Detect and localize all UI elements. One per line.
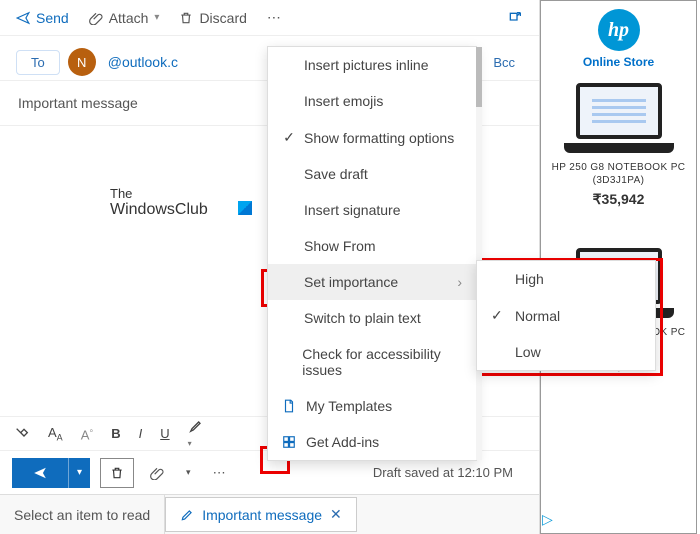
importance-high[interactable]: High: [477, 261, 655, 297]
chevron-down-icon: ▾: [154, 12, 159, 23]
tab-close-button[interactable]: ✕: [330, 506, 342, 523]
popout-button[interactable]: [499, 6, 531, 30]
underline-button[interactable]: U: [156, 424, 173, 443]
send-label: Send: [36, 10, 69, 26]
menu-plain-text[interactable]: Switch to plain text: [268, 300, 476, 336]
tab-compose-draft[interactable]: Important message ✕: [165, 497, 357, 532]
font-increase-button[interactable]: AA: [44, 423, 67, 445]
bcc-button[interactable]: Bcc: [493, 55, 523, 70]
format-painter-button[interactable]: [10, 424, 34, 444]
bottom-tabs: Select an item to read Important message…: [0, 494, 539, 534]
tab-compose-label: Important message: [202, 507, 322, 523]
paperclip-icon: [150, 466, 164, 480]
pencil-icon: [180, 508, 194, 522]
menu-scrollbar[interactable]: [476, 47, 482, 460]
send-primary[interactable]: [12, 458, 68, 488]
menu-set-importance[interactable]: Set importance›: [268, 264, 476, 300]
bold-button[interactable]: B: [107, 424, 124, 443]
importance-low[interactable]: Low: [477, 334, 655, 370]
menu-my-templates[interactable]: My Templates: [268, 388, 476, 424]
ad-choices-icon[interactable]: ▷: [542, 511, 553, 528]
discard-label: Discard: [199, 10, 246, 26]
trash-icon: [179, 11, 193, 25]
addins-icon: [282, 435, 298, 449]
italic-button[interactable]: I: [135, 424, 147, 443]
menu-show-from[interactable]: Show From: [268, 228, 476, 264]
send-button[interactable]: Send: [8, 6, 77, 30]
highlight-icon: [188, 418, 204, 434]
send-split-button[interactable]: ▾: [12, 458, 90, 488]
attach-chevron[interactable]: ▾: [180, 467, 197, 478]
send-dropdown[interactable]: ▾: [68, 458, 90, 488]
menu-insert-pictures[interactable]: Insert pictures inline: [268, 47, 476, 83]
to-field-button[interactable]: To: [16, 50, 60, 75]
ad-product-1[interactable]: HP 250 G8 NOTEBOOK PC (3D3J1PA) ₹35,942: [545, 83, 692, 208]
paint-icon: [14, 426, 30, 442]
menu-save-draft[interactable]: Save draft: [268, 156, 476, 192]
ad-store-caption: Online Store: [583, 55, 654, 69]
attach-button[interactable]: Attach ▾: [81, 6, 168, 30]
more-toolbar-button[interactable]: ⋯: [259, 5, 289, 30]
send-icon: [16, 11, 30, 25]
popout-icon: [507, 10, 523, 26]
font-color-button[interactable]: A◦: [77, 423, 98, 444]
watermark: The WindowsClub: [110, 186, 252, 219]
recipient-email[interactable]: @outlook.c: [104, 54, 178, 70]
laptop-icon: [564, 83, 674, 153]
more-actions-menu: Insert pictures inline Insert emojis ✓Sh…: [267, 46, 477, 461]
check-icon: ✓: [491, 307, 505, 324]
menu-insert-emojis[interactable]: Insert emojis: [268, 83, 476, 119]
menu-get-addins[interactable]: Get Add-ins: [268, 424, 476, 460]
ad-product-1-price: ₹35,942: [593, 191, 645, 208]
trash-icon: [110, 466, 124, 480]
menu-accessibility[interactable]: Check for accessibility issues: [268, 336, 476, 388]
watermark-line2: WindowsClub: [110, 201, 208, 218]
watermark-logo-icon: [238, 201, 252, 215]
menu-insert-signature[interactable]: Insert signature: [268, 192, 476, 228]
compose-toolbar: Send Attach ▾ Discard ⋯: [0, 0, 539, 36]
watermark-line1: The: [110, 186, 252, 201]
importance-submenu: High ✓Normal Low: [476, 260, 656, 371]
chevron-right-icon: ›: [457, 274, 462, 290]
draft-status: Draft saved at 12:10 PM: [373, 465, 527, 480]
recipient-avatar: N: [68, 48, 96, 76]
more-actions-button[interactable]: ⋯: [207, 463, 232, 483]
highlight-button[interactable]: ▾: [184, 416, 208, 451]
ellipsis-icon: ⋯: [267, 9, 281, 26]
send-icon: [32, 466, 48, 480]
paperclip-icon: [89, 11, 103, 25]
importance-normal[interactable]: ✓Normal: [477, 297, 655, 334]
check-icon: ✓: [282, 129, 296, 146]
discard-button[interactable]: Discard: [171, 6, 254, 30]
ad-product-1-name: HP 250 G8 NOTEBOOK PC (3D3J1PA): [545, 161, 692, 187]
ellipsis-icon: ⋯: [213, 465, 226, 480]
menu-show-formatting[interactable]: ✓Show formatting options: [268, 119, 476, 156]
discard-draft-button[interactable]: [100, 458, 134, 488]
attach-secondary-button[interactable]: [144, 466, 170, 480]
templates-icon: [282, 399, 298, 413]
tab-reading-pane[interactable]: Select an item to read: [0, 499, 164, 531]
hp-logo-icon: hp: [598, 9, 640, 51]
attach-label: Attach: [109, 10, 149, 26]
